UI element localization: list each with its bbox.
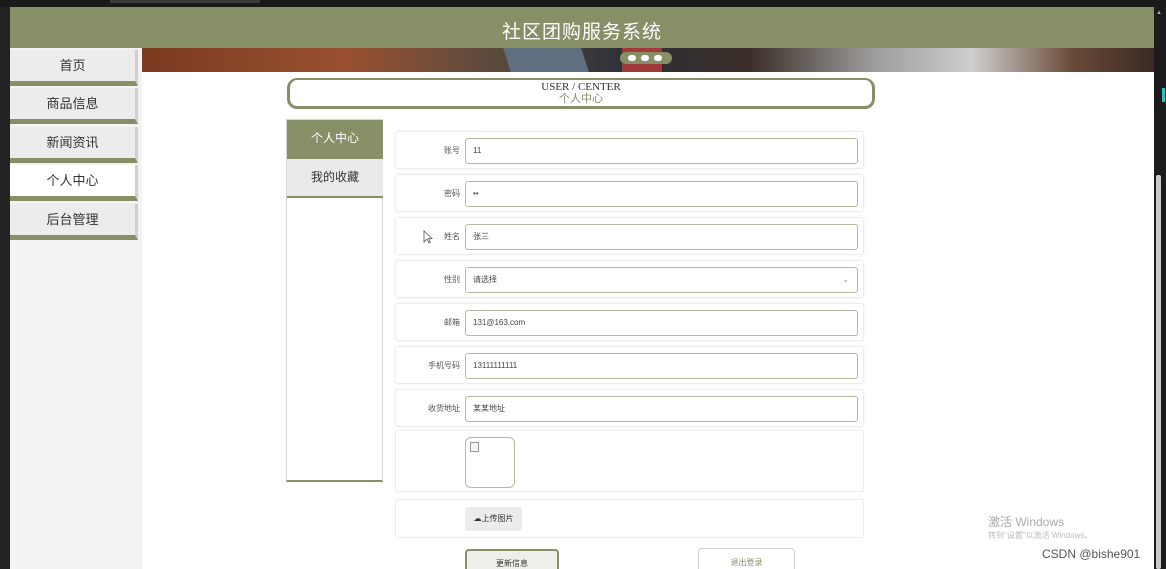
user-subnav: 个人中心 我的收藏 bbox=[286, 119, 383, 482]
app-header: 社区团购服务系统 bbox=[10, 7, 1154, 48]
name-field[interactable]: 张三 bbox=[465, 224, 858, 250]
window-tab-strip bbox=[110, 0, 260, 3]
form-row-phone: 手机号码 13111111111 bbox=[395, 346, 864, 384]
avatar-row bbox=[395, 430, 864, 492]
gender-select[interactable]: 请选择 ⌄ bbox=[465, 267, 858, 293]
form-row-gender: 性别 请选择 ⌄ bbox=[395, 260, 864, 298]
form-row-account: 账号 11 bbox=[395, 131, 864, 169]
gender-label: 性别 bbox=[444, 275, 460, 284]
account-field[interactable]: 11 bbox=[465, 138, 858, 164]
app-title: 社区团购服务系统 bbox=[501, 22, 662, 43]
sidebar-item-admin[interactable]: 后台管理 bbox=[10, 204, 138, 240]
scroll-up-arrow-icon[interactable]: ▲ bbox=[1156, 10, 1162, 16]
phone-label: 手机号码 bbox=[428, 361, 460, 370]
scrollbar-thumb[interactable] bbox=[1156, 175, 1161, 569]
chevron-down-icon: ⌄ bbox=[842, 275, 849, 284]
carousel-dot[interactable] bbox=[628, 55, 636, 61]
broken-image-icon bbox=[470, 442, 479, 452]
upload-image-label: 上传图片 bbox=[481, 514, 514, 523]
section-title-box: USER / CENTER 个人中心 bbox=[287, 78, 875, 109]
mouse-pointer-icon bbox=[423, 230, 433, 244]
phone-field[interactable]: 13111111111 bbox=[465, 353, 858, 379]
update-info-button[interactable]: 更新信息 bbox=[465, 549, 559, 569]
carousel-dot[interactable] bbox=[654, 55, 662, 61]
sidebar-item-news[interactable]: 新闻资讯 bbox=[10, 127, 138, 163]
window-left-border bbox=[0, 7, 10, 569]
avatar-image bbox=[465, 437, 515, 488]
banner-image bbox=[503, 48, 589, 72]
password-field[interactable]: •• bbox=[465, 181, 858, 207]
windows-activation-title: 激活 Windows bbox=[988, 515, 1065, 529]
windows-activation-subtitle: 转到"设置"以激活 Windows。 bbox=[988, 531, 1093, 540]
form-row-name: 姓名 张三 bbox=[395, 217, 864, 255]
account-label: 账号 bbox=[444, 146, 460, 155]
carousel-indicators bbox=[620, 52, 672, 64]
profile-form: 账号 11 密码 •• 姓名 张三 性别 请选择 ⌄ 邮箱 131@163.co… bbox=[383, 119, 876, 569]
form-row-address: 收货地址 某某地址 bbox=[395, 389, 864, 427]
section-title-en: USER / CENTER bbox=[541, 81, 621, 93]
subnav-item-favorites[interactable]: 我的收藏 bbox=[287, 159, 383, 198]
logout-button[interactable]: 退出登录 bbox=[698, 548, 795, 569]
upload-image-button[interactable]: ☁上传图片 bbox=[465, 507, 522, 531]
form-row-email: 邮箱 131@163.com bbox=[395, 303, 864, 341]
name-label: 姓名 bbox=[444, 232, 460, 241]
address-field[interactable]: 某某地址 bbox=[465, 396, 858, 422]
password-label: 密码 bbox=[444, 189, 460, 198]
section-title-cn: 个人中心 bbox=[559, 93, 603, 105]
sidebar: 首页 商品信息 新闻资讯 个人中心 后台管理 bbox=[10, 48, 142, 569]
gender-select-value: 请选择 bbox=[473, 275, 497, 284]
form-row-password: 密码 •• bbox=[395, 174, 864, 212]
carousel-dot[interactable] bbox=[641, 55, 649, 61]
email-label: 邮箱 bbox=[444, 318, 460, 327]
sidebar-item-user-center[interactable]: 个人中心 bbox=[10, 165, 138, 201]
window-top-bar bbox=[0, 0, 1166, 7]
email-field[interactable]: 131@163.com bbox=[465, 310, 858, 336]
sidebar-item-home[interactable]: 首页 bbox=[10, 50, 138, 86]
cloud-upload-icon: ☁ bbox=[473, 514, 482, 523]
address-label: 收货地址 bbox=[428, 404, 460, 413]
subnav-item-user-center[interactable]: 个人中心 bbox=[287, 120, 383, 159]
upload-row: ☁上传图片 bbox=[395, 499, 864, 538]
edge-indicator bbox=[1162, 88, 1165, 102]
csdn-watermark: CSDN @bishe901 bbox=[1042, 547, 1141, 561]
sidebar-item-products[interactable]: 商品信息 bbox=[10, 88, 138, 124]
